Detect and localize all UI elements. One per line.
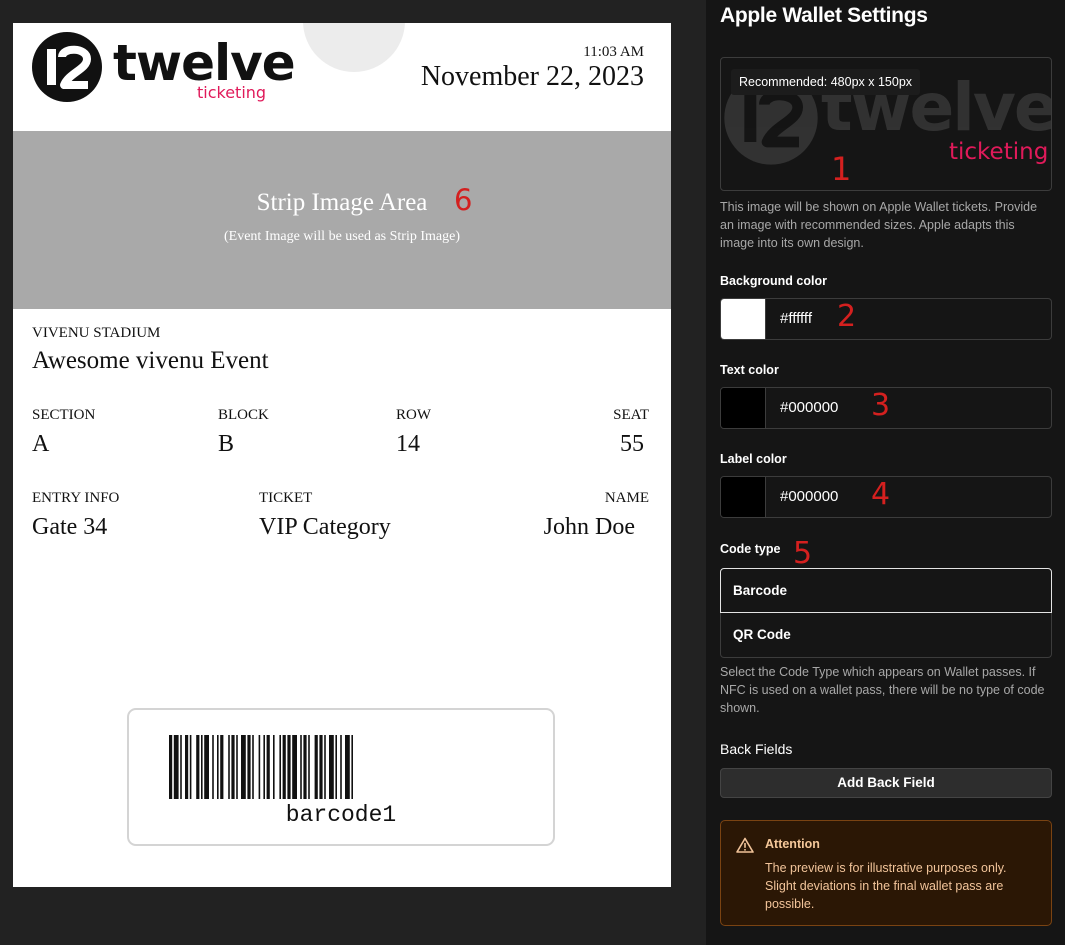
annotation-marker-6: 6 [454, 183, 473, 217]
annotation-marker-5: 5 [793, 536, 813, 571]
venue-label: VIVENU STADIUM [32, 325, 161, 341]
label-color-field[interactable]: #000000 4 [720, 476, 1052, 518]
attention-title: Attention [765, 837, 820, 851]
field-label-name: NAME [604, 490, 649, 506]
logo-help-text: This image will be shown on Apple Wallet… [720, 200, 1038, 250]
code-type-option-qr-code[interactable]: QR Code [720, 613, 1052, 658]
field-value-seat: 55 [620, 431, 644, 457]
pass-header: twelve ticketing 11:03 AM November 22, 2… [13, 23, 671, 131]
field-value-row: 14 [396, 431, 420, 457]
field-label-ticket: TICKET [259, 490, 313, 506]
logo-upload-area[interactable]: twelve ticketing Recommended: 480px x 15… [720, 57, 1052, 191]
annotation-marker-4: 4 [871, 477, 891, 512]
brand-logo-sub: ticketing [197, 83, 267, 102]
field-label-row: ROW [396, 407, 431, 423]
strip-subtitle: (Event Image will be used as Strip Image… [224, 229, 460, 244]
field-value-entry-info: Gate 34 [32, 514, 108, 540]
background-color-label: Background color [720, 274, 827, 288]
attention-notice: Attention The preview is for illustrativ… [720, 820, 1052, 926]
field-value-ticket: VIP Category [259, 514, 391, 540]
field-value-name: John Doe [543, 514, 635, 540]
field-value-block: B [218, 431, 235, 457]
pass-date: November 22, 2023 [420, 61, 644, 92]
strip-title: Strip Image Area [256, 189, 428, 216]
barcode-text: barcode1 [285, 802, 397, 828]
event-name: Awesome vivenu Event [32, 347, 269, 374]
field-label-seat: SEAT [613, 407, 649, 423]
field-label-section: SECTION [32, 407, 96, 423]
attention-text: The preview is for illustrative purposes… [765, 861, 1007, 911]
field-label-block: BLOCK [218, 407, 269, 423]
recommended-size-badge: Recommended: 480px x 150px [731, 69, 921, 95]
label-color-swatch[interactable] [721, 477, 766, 517]
code-type-option-barcode[interactable]: Barcode [720, 568, 1052, 613]
background-color-field[interactable]: #ffffff 2 [720, 298, 1052, 340]
pass-time: 11:03 AM [583, 44, 644, 60]
brand-logo-mark-icon [32, 32, 102, 102]
text-color-swatch[interactable] [721, 388, 766, 428]
pass-preview-area: twelve ticketing 11:03 AM November 22, 2… [0, 0, 706, 945]
code-type-label: Code type [720, 542, 781, 556]
strip-image-area: Strip Image Area 6 (Event Image will be … [13, 131, 671, 309]
text-color-label: Text color [720, 363, 779, 377]
code-type-options: Barcode QR Code [720, 568, 1052, 658]
field-value-section: A [32, 431, 50, 457]
label-color-label: Label color [720, 452, 787, 466]
barcode-container: barcode1 [127, 708, 555, 846]
background-color-value[interactable]: #ffffff [780, 310, 812, 327]
brand-logo: twelve ticketing [31, 31, 296, 111]
annotation-marker-2: 2 [837, 299, 857, 334]
annotation-marker-1: 1 [831, 150, 852, 188]
field-label-entry-info: ENTRY INFO [32, 490, 120, 506]
annotation-marker-3: 3 [871, 388, 891, 423]
logo-preview-sub: ticketing [949, 139, 1049, 165]
apple-wallet-settings-panel: Apple Wallet Settings twelve ticketing R… [706, 0, 1065, 945]
text-color-value[interactable]: #000000 [780, 399, 838, 416]
text-color-field[interactable]: #000000 3 [720, 387, 1052, 429]
add-back-field-button[interactable]: Add Back Field [720, 768, 1052, 798]
warning-triangle-icon [736, 837, 754, 853]
wallet-pass-preview: twelve ticketing 11:03 AM November 22, 2… [13, 23, 671, 887]
panel-title: Apple Wallet Settings [720, 4, 928, 27]
barcode-image [169, 735, 353, 799]
code-type-help-text: Select the Code Type which appears on Wa… [720, 665, 1045, 715]
background-color-swatch[interactable] [721, 299, 766, 339]
label-color-value[interactable]: #000000 [780, 488, 838, 505]
back-fields-title: Back Fields [720, 741, 793, 757]
